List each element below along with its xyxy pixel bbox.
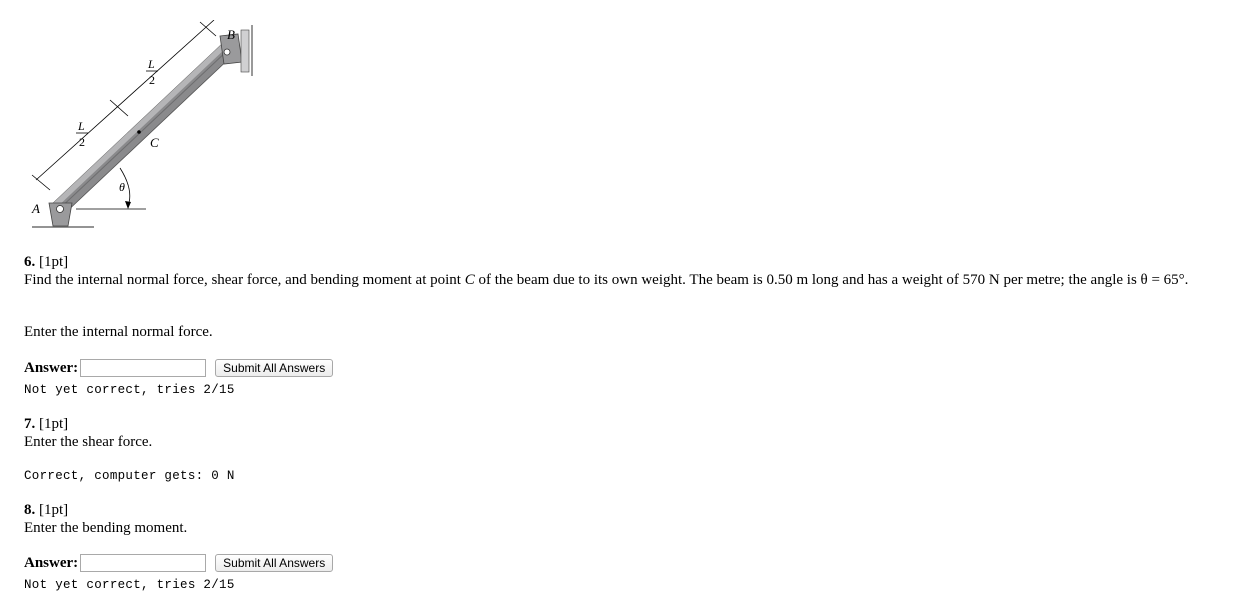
question-6-points: [1pt] bbox=[39, 254, 69, 270]
question-6-number: 6. bbox=[24, 254, 36, 270]
question-8-answer-row: Answer: Submit All Answers bbox=[24, 554, 334, 572]
question-6-status: Not yet correct, tries 2/15 bbox=[24, 383, 235, 397]
question-6-text-part1: Find the internal normal force, shear fo… bbox=[24, 272, 465, 288]
point-c-marker bbox=[137, 130, 141, 134]
half-length-label-lower-num: L bbox=[77, 119, 85, 133]
question-6-text-part2: of the beam due to its own weight. The b… bbox=[474, 272, 1189, 288]
question-6-point-c: C bbox=[464, 272, 475, 288]
question-6: 6. [1pt] Find the internal normal force,… bbox=[24, 253, 1224, 290]
question-8: 8. [1pt] Enter the bending moment. bbox=[24, 501, 187, 538]
theta-label: θ bbox=[119, 180, 125, 194]
question-8-points: [1pt] bbox=[39, 502, 69, 518]
point-a-label: A bbox=[31, 201, 40, 216]
question-8-header: 8. [1pt] bbox=[24, 501, 187, 519]
question-6-answer-label: Answer: bbox=[24, 359, 79, 376]
question-7: 7. [1pt] Enter the shear force. bbox=[24, 415, 152, 452]
question-8-submit-button[interactable]: Submit All Answers bbox=[215, 554, 334, 572]
question-7-header: 7. [1pt] bbox=[24, 415, 152, 433]
question-8-answer-label: Answer: bbox=[24, 554, 79, 571]
question-6-answer-row: Answer: Submit All Answers bbox=[24, 359, 334, 377]
question-8-prompt: Enter the bending moment. bbox=[24, 520, 188, 536]
question-6-answer-input[interactable] bbox=[80, 359, 207, 377]
question-8-number: 8. bbox=[24, 502, 36, 518]
question-8-answer-input[interactable] bbox=[80, 554, 207, 572]
point-b-label: B bbox=[227, 27, 235, 42]
beam-figure: θ C A B L 2 L 2 bbox=[24, 20, 264, 236]
question-7-points: [1pt] bbox=[39, 416, 69, 432]
question-6-prompt: Enter the internal normal force. bbox=[24, 324, 213, 340]
question-6-header: 6. [1pt] bbox=[24, 253, 1224, 271]
half-length-label-lower-den: 2 bbox=[79, 135, 85, 149]
question-7-prompt: Enter the shear force. bbox=[24, 434, 153, 450]
question-7-number: 7. bbox=[24, 416, 36, 432]
question-7-status: Correct, computer gets: 0 N bbox=[24, 469, 235, 483]
half-length-label-upper-den: 2 bbox=[149, 73, 155, 87]
question-6-text: Find the internal normal force, shear fo… bbox=[24, 271, 1224, 290]
point-c-label: C bbox=[150, 135, 159, 150]
beam-diagram: θ C A B L 2 L 2 bbox=[31, 20, 253, 228]
question-6-submit-button[interactable]: Submit All Answers bbox=[215, 359, 334, 377]
question-8-status: Not yet correct, tries 2/15 bbox=[24, 578, 235, 592]
half-length-label-upper-num: L bbox=[147, 57, 155, 71]
